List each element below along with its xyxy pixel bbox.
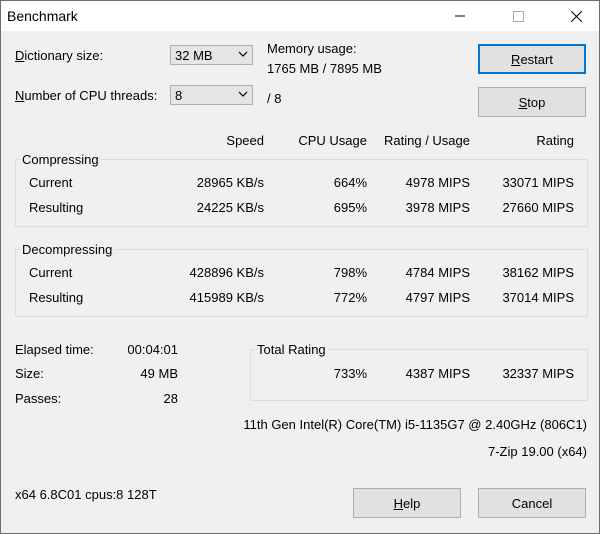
help-button[interactable]: Help bbox=[353, 488, 461, 518]
size-label: Size: bbox=[15, 366, 44, 381]
dictionary-size-value: 32 MB bbox=[175, 48, 213, 63]
minimize-icon bbox=[455, 15, 465, 17]
benchmark-window: Benchmark Dictionary size: 32 MB Memory … bbox=[0, 0, 600, 534]
total-rating-title: Total Rating bbox=[255, 342, 328, 357]
stop-button[interactable]: Stop bbox=[478, 87, 586, 117]
chevron-down-icon bbox=[238, 91, 248, 97]
maximize-icon bbox=[512, 10, 524, 22]
decompressing-current-rating-usage: 4784 MIPS bbox=[405, 265, 470, 280]
cpu-threads-value: 8 bbox=[175, 88, 183, 103]
total-rating-rating-usage: 4387 MIPS bbox=[405, 366, 470, 381]
elapsed-time-value: 00:04:01 bbox=[127, 342, 178, 357]
decompressing-current-label: Current bbox=[29, 265, 73, 280]
help-button-label: Help bbox=[393, 495, 421, 511]
stop-button-label: Stop bbox=[518, 94, 546, 110]
compressing-resulting-rating: 27660 MIPS bbox=[502, 200, 574, 215]
compressing-resulting-cpu: 695% bbox=[333, 200, 367, 215]
cancel-button[interactable]: Cancel bbox=[478, 488, 586, 518]
dictionary-size-label: Dictionary size: bbox=[15, 48, 104, 63]
cpu-name: 11th Gen Intel(R) Core(TM) i5-1135G7 @ 2… bbox=[243, 417, 587, 432]
compressing-group-title: Compressing bbox=[20, 152, 101, 167]
compressing-current-rating: 33071 MIPS bbox=[502, 175, 574, 190]
compressing-resulting-speed: 24225 KB/s bbox=[196, 200, 264, 215]
maximize-button[interactable] bbox=[495, 1, 541, 31]
restart-button[interactable]: Restart bbox=[478, 44, 586, 74]
close-button[interactable] bbox=[553, 1, 599, 31]
cpu-threads-total: / 8 bbox=[267, 91, 282, 106]
memory-usage-label: Memory usage: bbox=[267, 41, 357, 56]
decompressing-group-title: Decompressing bbox=[20, 242, 115, 257]
close-icon bbox=[570, 10, 582, 22]
total-rating-rating: 32337 MIPS bbox=[502, 366, 574, 381]
decompressing-current-rating: 38162 MIPS bbox=[502, 265, 574, 280]
restart-button-label: Restart bbox=[511, 51, 553, 67]
compressing-group bbox=[15, 159, 588, 227]
decompressing-resulting-rating: 37014 MIPS bbox=[502, 290, 574, 305]
cpu-threads-select[interactable]: 8 bbox=[170, 85, 253, 105]
column-header-rating-usage: Rating / Usage bbox=[384, 133, 470, 148]
decompressing-resulting-cpu: 772% bbox=[333, 290, 367, 305]
window-title: Benchmark bbox=[7, 8, 78, 24]
cpu-threads-label: Number of CPU threads: bbox=[15, 88, 158, 103]
decompressing-current-speed: 428896 KB/s bbox=[189, 265, 264, 280]
size-value: 49 MB bbox=[140, 366, 178, 381]
compressing-resulting-rating-usage: 3978 MIPS bbox=[405, 200, 470, 215]
compressing-current-speed: 28965 KB/s bbox=[196, 175, 264, 190]
decompressing-resulting-label: Resulting bbox=[29, 290, 84, 305]
chevron-down-icon bbox=[238, 51, 248, 57]
decompressing-resulting-rating-usage: 4797 MIPS bbox=[405, 290, 470, 305]
passes-label: Passes: bbox=[15, 391, 62, 406]
compressing-current-cpu: 664% bbox=[333, 175, 367, 190]
total-rating-cpu: 733% bbox=[333, 366, 367, 381]
column-header-rating: Rating bbox=[536, 133, 574, 148]
column-header-speed: Speed bbox=[226, 133, 264, 148]
elapsed-time-label: Elapsed time: bbox=[15, 342, 94, 357]
arch-info: x64 6.8C01 cpus:8 128T bbox=[15, 487, 157, 502]
decompressing-resulting-speed: 415989 KB/s bbox=[189, 290, 264, 305]
passes-value: 28 bbox=[163, 391, 178, 406]
cancel-button-label: Cancel bbox=[511, 495, 553, 511]
title-bar: Benchmark bbox=[1, 1, 599, 31]
version-info: 7-Zip 19.00 (x64) bbox=[488, 444, 587, 459]
decompressing-current-cpu: 798% bbox=[333, 265, 367, 280]
compressing-current-label: Current bbox=[29, 175, 73, 190]
column-header-cpu-usage: CPU Usage bbox=[298, 133, 367, 148]
decompressing-group bbox=[15, 249, 588, 317]
minimize-button[interactable] bbox=[437, 1, 483, 31]
compressing-resulting-label: Resulting bbox=[29, 200, 84, 215]
compressing-current-rating-usage: 4978 MIPS bbox=[405, 175, 470, 190]
dictionary-size-select[interactable]: 32 MB bbox=[170, 45, 253, 65]
memory-usage-value: 1765 MB / 7895 MB bbox=[267, 61, 382, 76]
